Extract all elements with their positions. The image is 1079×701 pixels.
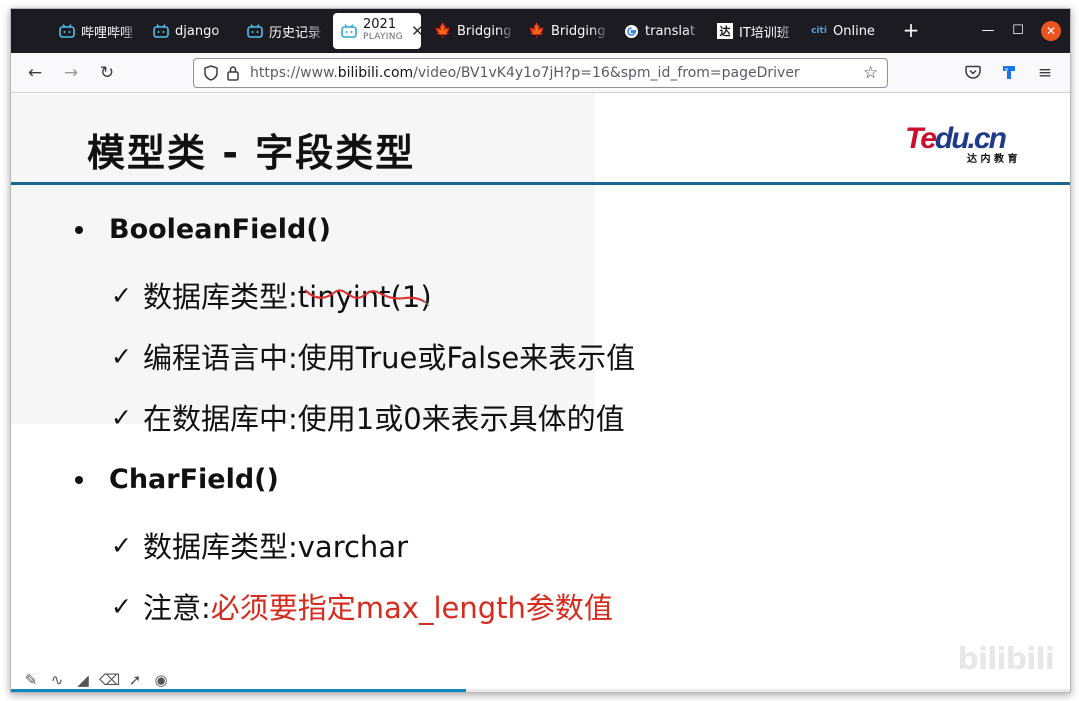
browser-window: 哔哩哔哩 django 历史记录 2021 PLAYING ✕	[10, 8, 1071, 693]
check-item: ✓ 编程语言中:使用True或False来表示值	[111, 335, 635, 377]
maximize-button[interactable]: ☐	[1008, 21, 1028, 41]
google-icon	[623, 23, 639, 39]
tab-label: django	[175, 23, 220, 39]
url-path: /video/BV1vK4y1o7jH?p=16&spm_id_from=pag…	[413, 65, 800, 81]
menu-hamburger-icon[interactable]: ≡	[1033, 61, 1057, 85]
back-arrow-icon[interactable]: ←	[23, 61, 47, 85]
url-domain: bilibili.com	[337, 65, 414, 81]
checkmark-icon: ✓	[111, 530, 132, 560]
lock-icon[interactable]	[224, 64, 242, 82]
bullet-heading: CharField()	[109, 464, 279, 495]
bilibili-tv-icon	[59, 23, 75, 39]
video-progress-fill	[11, 689, 467, 692]
tab-bilibili-home[interactable]: 哔哩哔哩	[51, 13, 139, 49]
citi-icon: citi	[811, 26, 827, 36]
tab-bridging-1[interactable]: 🍁 Bridging	[427, 13, 515, 49]
check-item: ✓ 在数据库中:使用1或0来表示具体的值	[111, 396, 625, 438]
record-icon[interactable]: ◉	[151, 670, 171, 690]
slide-title: 模型类 - 字段类型	[87, 131, 416, 175]
title-divider	[11, 182, 1070, 185]
navigation-toolbar: ← → ↻ https://www.bilibili.com/video/BV1…	[11, 53, 1070, 93]
maple-leaf-icon: 🍁	[434, 23, 452, 39]
maple-leaf-icon: 🍁	[528, 23, 546, 39]
address-bar[interactable]: https://www.bilibili.com/video/BV1vK4y1o…	[193, 58, 888, 88]
bullet-dot	[75, 475, 83, 484]
drawing-toolbar: ✎ ∿ ◢ ⌫ ➚ ◉	[21, 670, 177, 690]
url-text[interactable]: https://www.bilibili.com/video/BV1vK4y1o…	[250, 65, 800, 81]
bilibili-tv-icon	[341, 23, 357, 39]
new-tab-button[interactable]: +	[899, 19, 923, 43]
forward-arrow-icon[interactable]: →	[59, 61, 83, 85]
pencil-icon[interactable]: ✎	[21, 670, 41, 690]
reload-icon[interactable]: ↻	[95, 61, 119, 85]
tedu-logo: Tedu.cn 达 内 教 育	[905, 120, 1035, 165]
bilibili-tv-icon	[247, 23, 263, 39]
checkmark-icon: ✓	[111, 280, 132, 310]
check-text: 数据库类型:varchar	[143, 530, 409, 564]
checkmark-icon: ✓	[111, 591, 132, 621]
eraser-icon[interactable]: ⌫	[99, 670, 120, 690]
tab-online[interactable]: citi Online	[803, 13, 891, 49]
checkmark-icon: ✓	[111, 341, 132, 371]
bookmark-star-icon[interactable]: ☆	[863, 64, 881, 82]
tab-django[interactable]: django	[145, 13, 233, 49]
checkmark-icon: ✓	[111, 402, 132, 432]
freehand-curve-icon[interactable]: ∿	[47, 670, 67, 690]
pocket-icon[interactable]	[961, 61, 985, 85]
bullet-charfield: CharField()	[75, 464, 279, 495]
da-logo-icon: 达	[717, 23, 733, 39]
tab-bridging-2[interactable]: 🍁 Bridging	[521, 13, 609, 49]
tab-strip: 哔哩哔哩 django 历史记录 2021 PLAYING ✕	[11, 9, 1070, 53]
bullet-booleanfield: BooleanField()	[75, 214, 331, 245]
tab-it-training[interactable]: 达 IT培训班	[709, 13, 797, 49]
bullet-dot	[75, 225, 83, 234]
tedu-brand: Tedu.cn	[905, 122, 1007, 155]
check-text: 在数据库中:使用1或0来表示具体的值	[143, 402, 625, 436]
check-text: 注意:	[143, 591, 211, 625]
bilibili-watermark: bilibili	[957, 642, 1055, 677]
check-text-highlight: 必须要指定max_length参数值	[210, 591, 613, 625]
tab-playing-indicator: PLAYING	[363, 32, 404, 42]
tab-history[interactable]: 历史记录	[239, 13, 327, 49]
bullet-heading: BooleanField()	[109, 214, 331, 245]
video-slide[interactable]: 模型类 - 字段类型 Tedu.cn 达 内 教 育 BooleanField(…	[11, 94, 1070, 692]
tab-translate[interactable]: translat	[615, 13, 703, 49]
tab-playing-video[interactable]: 2021 PLAYING ✕	[333, 13, 421, 49]
check-item: ✓ 数据库类型:varchar	[111, 524, 408, 566]
check-text: 编程语言中:使用True或False来表示值	[143, 341, 636, 375]
tedu-subtitle: 达 内 教 育	[967, 152, 1017, 164]
red-underline-annotation	[304, 289, 430, 307]
tab-label: Online	[833, 23, 875, 39]
extension-icon[interactable]	[997, 61, 1021, 85]
bilibili-tv-icon	[153, 23, 169, 39]
video-progress-bar[interactable]	[11, 689, 1070, 692]
minimize-button[interactable]: —	[978, 21, 998, 41]
close-tab-icon[interactable]: ✕	[411, 22, 421, 40]
tab-label: 2021	[363, 17, 397, 32]
check-item: ✓ 注意: 必须要指定max_length参数值	[111, 585, 613, 627]
cursor-icon[interactable]: ➚	[125, 670, 145, 690]
close-window-button[interactable]: ✕	[1041, 21, 1061, 41]
shield-icon[interactable]	[202, 64, 220, 82]
highlighter-icon[interactable]: ◢	[73, 670, 93, 690]
